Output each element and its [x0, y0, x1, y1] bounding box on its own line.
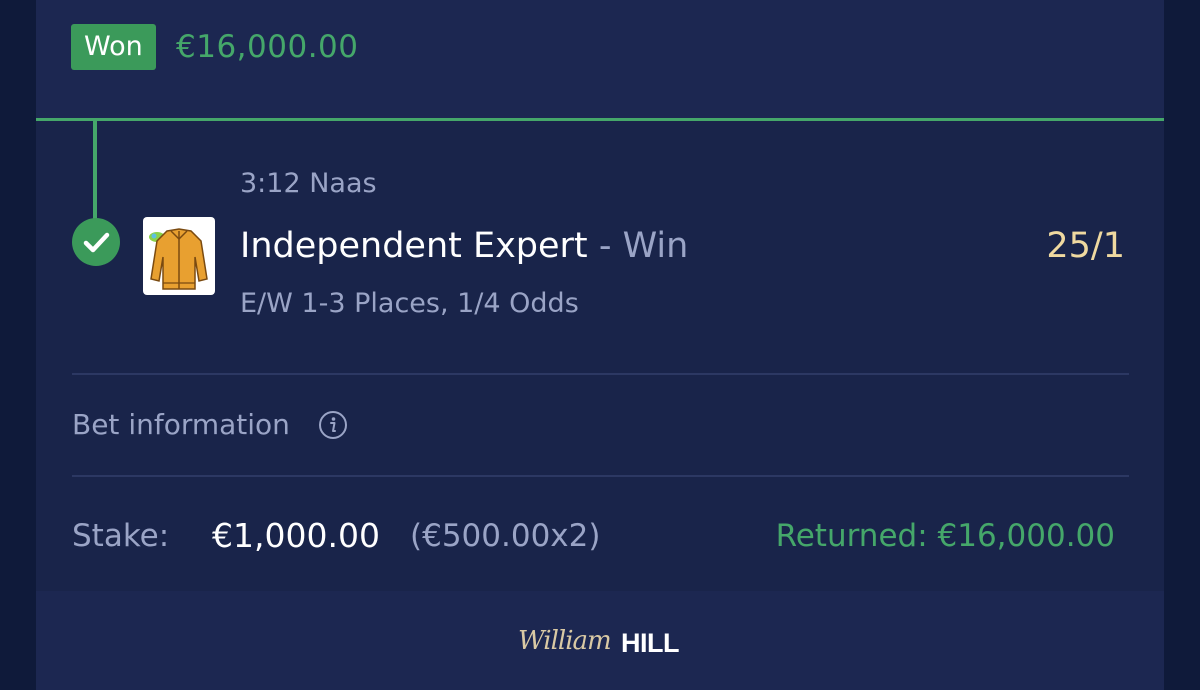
bet-card: Won €16,000.00 3:12 Naas Independent Exp… — [36, 0, 1164, 690]
returned-amount: Returned: €16,000.00 — [775, 518, 1115, 554]
william-hill-logo: William HILL — [518, 626, 680, 660]
selection-name: Independent Expert - Win — [240, 226, 688, 266]
logo-bold-text: HILL — [621, 628, 680, 658]
logo-script-text: William — [518, 626, 612, 656]
stake-split: (€500.00x2) — [410, 518, 601, 554]
race-time-venue: 3:12 Naas — [240, 168, 377, 199]
won-status-badge: Won — [71, 24, 156, 70]
selection-separator: - — [598, 226, 612, 266]
bet-receipt-page: Won €16,000.00 3:12 Naas Independent Exp… — [0, 0, 1200, 690]
bet-header: Won €16,000.00 — [36, 0, 1164, 118]
jockey-silks-icon — [143, 217, 215, 295]
selection-odds: 25/1 — [1046, 226, 1125, 266]
bet-information-label[interactable]: Bet information — [72, 408, 290, 441]
won-amount: €16,000.00 — [176, 29, 359, 65]
runner-name: Independent Expert — [240, 226, 588, 266]
stake-label: Stake: — [72, 518, 170, 554]
checkmark-icon — [72, 218, 120, 266]
footer: William HILL — [36, 591, 1164, 690]
market-name: Win — [622, 226, 689, 266]
divider — [72, 475, 1129, 477]
each-way-terms: E/W 1-3 Places, 1/4 Odds — [240, 288, 579, 319]
stake-value: €1,000.00 — [212, 516, 380, 555]
info-icon[interactable] — [318, 410, 348, 440]
status-connector — [93, 121, 97, 221]
divider — [72, 373, 1129, 375]
